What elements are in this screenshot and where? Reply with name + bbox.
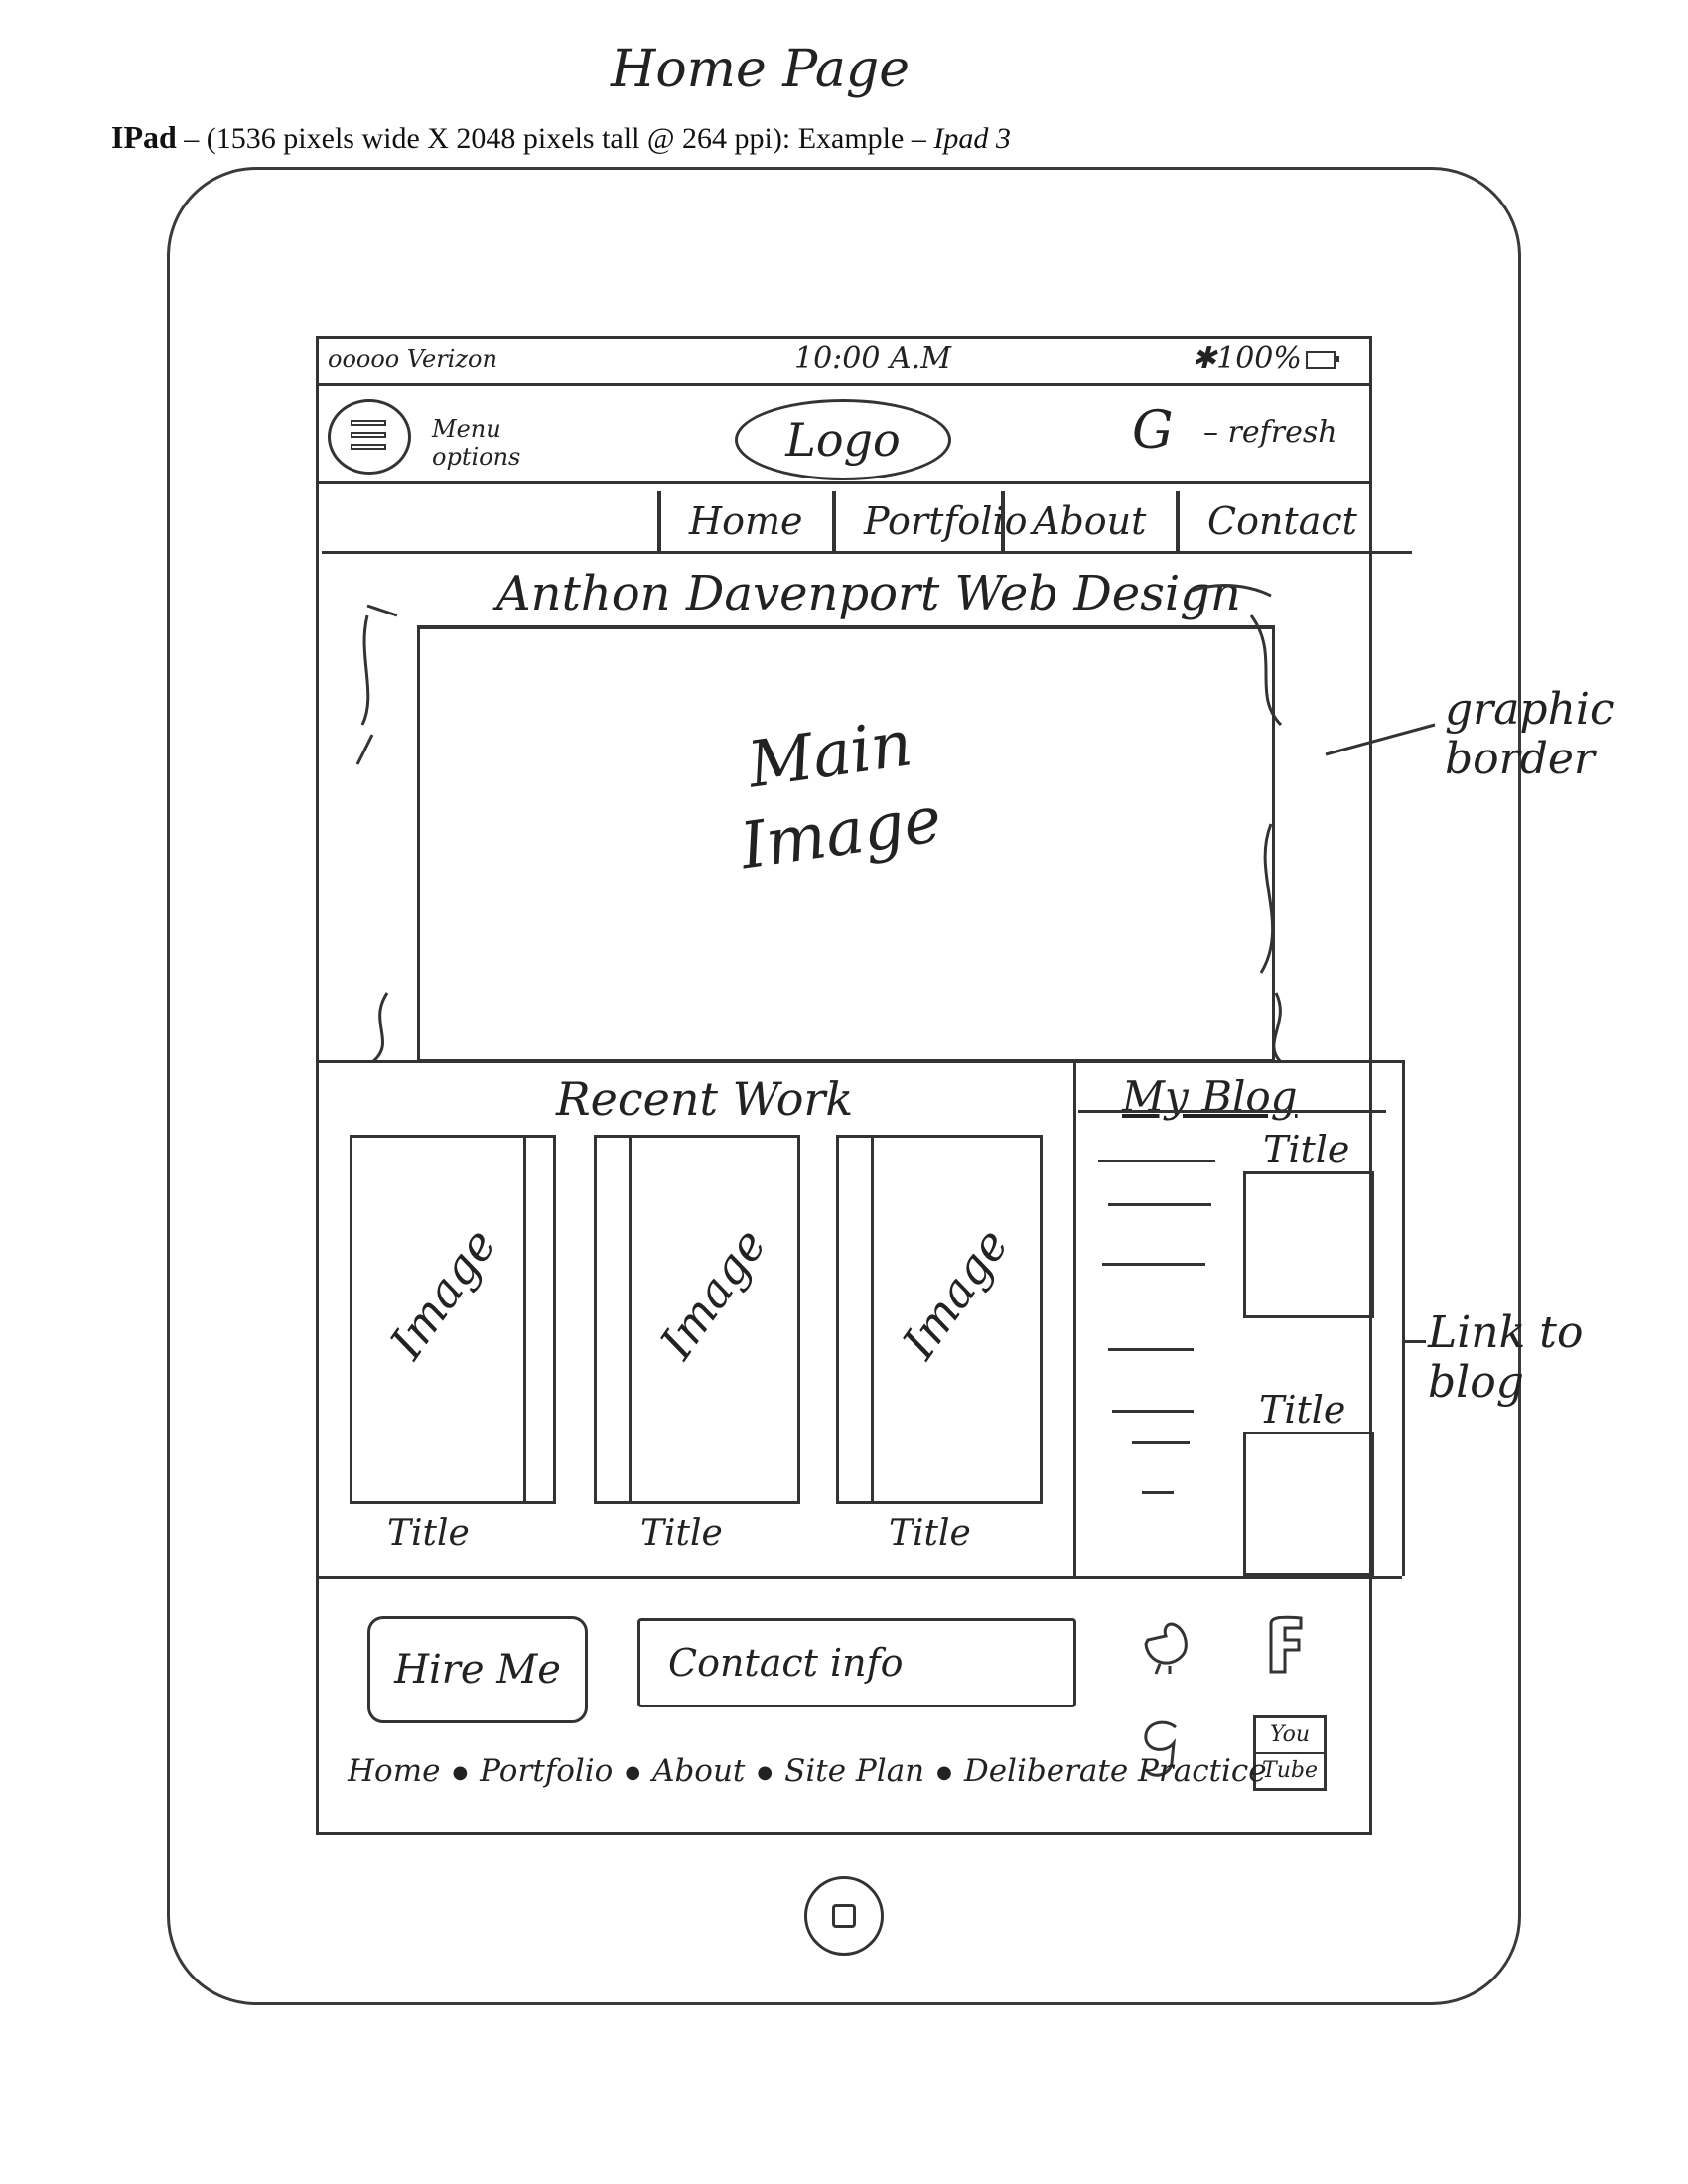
nav-portfolio[interactable]: Portfolio <box>832 491 1027 551</box>
blog-text-line <box>1112 1410 1194 1413</box>
nav-home[interactable]: Home <box>657 491 832 551</box>
device-heading: IPad – (1536 pixels wide X 2048 pixels t… <box>111 119 1011 156</box>
blog-post-thumbnail[interactable] <box>1243 1432 1374 1576</box>
work-card-title[interactable]: Title <box>387 1513 470 1554</box>
blog-column-edge <box>1402 1060 1405 1576</box>
footer-links: Home ● Portfolio ● About ● Site Plan ● Deliberat… <box>348 1753 1267 1789</box>
bird-icon[interactable] <box>1138 1614 1194 1676</box>
refresh-icon[interactable]: G <box>1132 401 1174 461</box>
work-card-image-label: Image <box>378 1218 506 1369</box>
device-name: IPad <box>111 119 177 155</box>
link-to-blog-line1: Link to <box>1428 1307 1584 1358</box>
footer-link-home[interactable]: Home <box>348 1753 440 1789</box>
graphic-border-line1: graphic <box>1445 684 1615 735</box>
footer-link-portfolio[interactable]: Portfolio <box>480 1753 613 1789</box>
work-card-title[interactable]: Title <box>889 1513 971 1554</box>
youtube-you: You <box>1269 1722 1311 1747</box>
hamburger-menu-icon[interactable] <box>328 399 411 475</box>
refresh-label: – refresh <box>1203 415 1337 450</box>
recent-work-title: Recent Work <box>556 1072 854 1126</box>
graphic-border-scribbles <box>355 584 1283 1064</box>
nav-divider <box>322 551 1412 554</box>
footer-divider <box>316 1576 1402 1579</box>
battery-status: ✱100% <box>1192 341 1339 376</box>
link-to-blog-pointer <box>1404 1340 1426 1343</box>
footer-link-about[interactable]: About <box>652 1753 745 1789</box>
home-button-icon <box>832 1904 856 1928</box>
blog-post-title[interactable]: Title <box>1263 1128 1349 1171</box>
blog-text-line <box>1102 1263 1205 1266</box>
status-bar-divider <box>316 383 1372 386</box>
page-title: Home Page <box>611 40 910 99</box>
blog-title-rule <box>1078 1110 1386 1113</box>
blog-column-divider <box>1073 1060 1076 1576</box>
graphic-border-annotation: graphic border <box>1445 685 1615 784</box>
facebook-icon[interactable] <box>1263 1614 1309 1676</box>
carrier-signal: ooooo Verizon <box>328 345 497 373</box>
work-card[interactable]: Image <box>594 1135 800 1504</box>
blog-post-title[interactable]: Title <box>1259 1388 1345 1432</box>
work-card[interactable]: Image <box>350 1135 556 1504</box>
blog-post-thumbnail[interactable] <box>1243 1171 1374 1318</box>
blog-text-line <box>1108 1203 1211 1206</box>
graphic-border-pointer <box>1325 723 1436 756</box>
device-example: Ipad 3 <box>933 122 1011 155</box>
battery-icon <box>1305 351 1339 369</box>
blog-title[interactable]: My Blog <box>1122 1072 1298 1121</box>
nav-about[interactable]: About <box>1001 491 1176 551</box>
work-card-image-label: Image <box>891 1218 1019 1369</box>
battery-label: ✱100% <box>1192 341 1302 376</box>
nav-contact[interactable]: Contact <box>1176 491 1372 551</box>
blog-text-line <box>1142 1491 1174 1494</box>
work-card[interactable]: Image <box>836 1135 1043 1504</box>
work-card-image-label: Image <box>648 1218 776 1369</box>
blog-text-line <box>1132 1441 1190 1444</box>
device-spec: – (1536 pixels wide X 2048 pixels tall @… <box>176 122 934 155</box>
status-time: 10:00 A.M <box>794 341 951 376</box>
link-to-blog-annotation: Link to blog <box>1428 1308 1583 1408</box>
hire-me-button[interactable]: Hire Me <box>367 1616 588 1723</box>
footer-link-deliberate-practice[interactable]: Deliberate Practice <box>964 1753 1267 1789</box>
header-divider <box>316 481 1372 484</box>
logo[interactable]: Logo <box>735 399 951 480</box>
blog-text-line <box>1098 1160 1215 1162</box>
graphic-border-line2: border <box>1445 734 1595 784</box>
contact-info-box[interactable]: Contact info <box>637 1618 1076 1707</box>
menu-options-label: Menu options <box>432 415 521 471</box>
blog-text-line <box>1108 1348 1194 1351</box>
link-to-blog-line2: blog <box>1428 1357 1524 1408</box>
work-card-title[interactable]: Title <box>640 1513 723 1554</box>
footer-link-site-plan[interactable]: Site Plan <box>784 1753 924 1789</box>
